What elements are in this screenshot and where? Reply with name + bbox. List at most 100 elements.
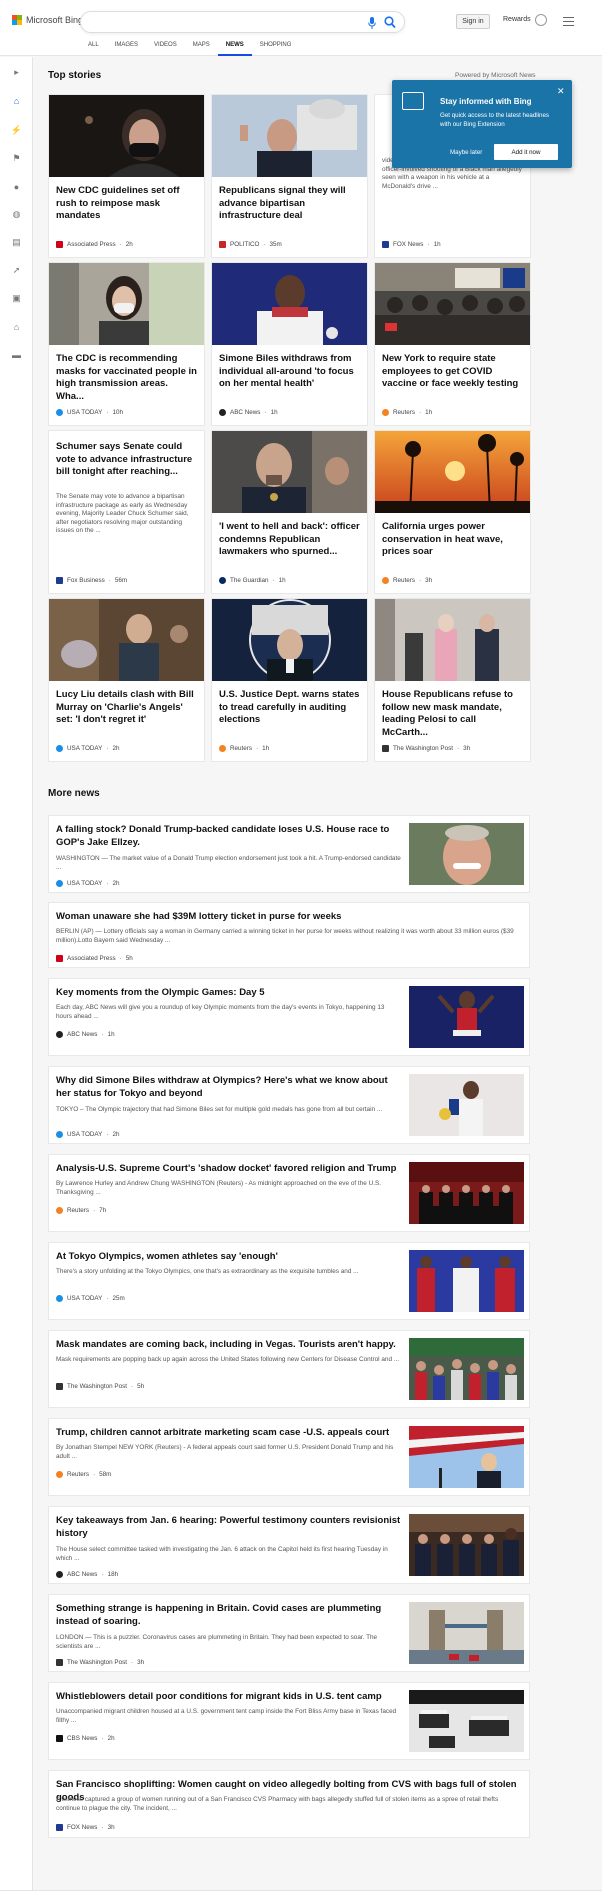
news-title[interactable]: At Tokyo Olympics, women athletes say 'e… [56,1251,401,1264]
news-snippet: By Lawrence Hurley and Andrew Chung WASH… [56,1180,382,1196]
news-title[interactable]: Whistleblowers detail poor conditions fo… [56,1691,401,1704]
story-title[interactable]: California urges power conservation in h… [382,521,524,559]
story-image [212,599,367,681]
microphone-icon[interactable] [368,17,376,29]
story-card[interactable]: Schumer says Senate could vote to advanc… [48,430,205,594]
story-source: USA TODAY · 10h [56,409,123,416]
story-title[interactable]: The CDC is recommending masks for vaccin… [56,353,198,403]
story-image [49,263,204,345]
tab-shopping[interactable]: SHOPPING [252,41,300,56]
money-icon[interactable]: ▬ [11,349,22,360]
news-row[interactable]: At Tokyo Olympics, women athletes say 'e… [48,1242,530,1320]
hamburger-menu-icon[interactable] [563,17,574,26]
news-snippet: WASHINGTON — The market value of a Donal… [56,855,401,871]
tab-all[interactable]: ALL [80,41,107,56]
news-title[interactable]: Key takeaways from Jan. 6 hearing: Power… [56,1515,401,1540]
news-title[interactable]: Something strange is happening in Britai… [56,1603,401,1628]
story-card[interactable]: Republicans signal they will advance bip… [211,94,368,258]
source-logo-icon [56,880,63,887]
source-logo-icon [382,409,389,416]
story-title[interactable]: Lucy Liu details clash with Bill Murray … [56,689,198,727]
source-name: USA TODAY [67,880,103,887]
sign-in-button[interactable]: Sign in [456,14,490,29]
home-icon[interactable]: ⌂ [11,95,22,106]
story-card[interactable]: 'I went to hell and back': officer conde… [211,430,368,594]
logo-text: Microsoft Bing [26,15,84,25]
story-source: FOX News · 1h [382,241,441,248]
lightning-icon[interactable]: ⚡ [11,125,22,136]
story-card[interactable]: Lucy Liu details clash with Bill Murray … [48,598,205,762]
search-input[interactable] [91,15,341,30]
news-row[interactable]: Whistleblowers detail poor conditions fo… [48,1682,530,1760]
flag-icon[interactable]: ⚑ [11,153,22,164]
news-row[interactable]: Trump, children cannot arbitrate marketi… [48,1418,530,1496]
story-source: Associated Press · 2h [56,241,133,248]
maybe-later-button[interactable]: Maybe later [450,149,482,156]
news-title[interactable]: Woman unaware she had $39M lottery ticke… [56,911,516,924]
story-title[interactable]: 'I went to hell and back': officer conde… [219,521,361,559]
news-source: The Washington Post · 3h [56,1659,144,1666]
search-icon[interactable] [384,16,396,29]
story-title[interactable]: New CDC guidelines set off rush to reimp… [56,185,198,223]
location-pin-icon[interactable]: ● [11,181,22,192]
tab-news[interactable]: NEWS [217,41,252,56]
story-image [212,431,367,513]
add-it-now-button[interactable]: Add it now [494,144,558,160]
news-row[interactable]: San Francisco shoplifting: Women caught … [48,1770,530,1838]
source-logo-icon [382,577,389,584]
news-title[interactable]: Key moments from the Olympic Games: Day … [56,987,401,1000]
story-title[interactable]: New York to require state employees to g… [382,353,524,391]
news-row[interactable]: Why did Simone Biles withdraw at Olympic… [48,1066,530,1144]
news-row[interactable]: Key moments from the Olympic Games: Day … [48,978,530,1056]
story-card[interactable]: California urges power conservation in h… [374,430,531,594]
news-row[interactable]: Something strange is happening in Britai… [48,1594,530,1672]
source-logo-icon [56,1031,63,1038]
news-title[interactable]: Mask mandates are coming back, including… [56,1339,401,1352]
rewards-link[interactable]: Rewards [503,16,531,23]
story-source: ABC News · 1h [219,409,278,416]
story-card[interactable]: Simone Biles withdraws from individual a… [211,262,368,426]
film-icon[interactable]: ▣ [11,293,22,304]
source-name: Reuters [393,577,416,584]
news-row[interactable]: Woman unaware she had $39M lottery ticke… [48,902,530,968]
news-title[interactable]: Analysis-U.S. Supreme Court's 'shadow do… [56,1163,401,1176]
news-row[interactable]: Analysis-U.S. Supreme Court's 'shadow do… [48,1154,530,1232]
story-card[interactable]: New CDC guidelines set off rush to reimp… [48,94,205,258]
news-title[interactable]: Why did Simone Biles withdraw at Olympic… [56,1075,401,1100]
news-row[interactable]: A falling stock? Donald Trump-backed can… [48,815,530,893]
rocket-icon[interactable]: ➚ [11,265,22,276]
tab-images[interactable]: IMAGES [107,41,146,56]
expand-chevron-icon[interactable]: ▸ [11,67,22,78]
news-row[interactable]: Mask mandates are coming back, including… [48,1330,530,1408]
rewards-trophy-icon[interactable] [535,14,547,26]
news-row[interactable]: Key takeaways from Jan. 6 hearing: Power… [48,1506,530,1584]
tab-maps[interactable]: MAPS [185,41,218,56]
news-image [409,1602,524,1664]
ballot-icon[interactable]: ▤ [11,237,22,248]
source-logo-icon [219,745,226,752]
globe-icon[interactable]: ◍ [11,209,22,220]
close-icon[interactable]: ✕ [557,86,565,97]
story-title[interactable]: Schumer says Senate could vote to advanc… [56,441,198,479]
news-time: 7h [99,1207,107,1214]
story-image [212,263,367,345]
tab-videos[interactable]: VIDEOS [146,41,185,56]
story-card[interactable]: New York to require state employees to g… [374,262,531,426]
search-box[interactable] [80,11,405,33]
news-title[interactable]: A falling stock? Donald Trump-backed can… [56,824,401,849]
story-title[interactable]: U.S. Justice Dept. warns states to tread… [219,689,361,727]
story-card[interactable]: House Republicans refuse to follow new m… [374,598,531,762]
search-scope-tabs: ALL IMAGES VIDEOS MAPS NEWS SHOPPING [80,41,299,56]
story-card[interactable]: U.S. Justice Dept. warns states to tread… [211,598,368,762]
source-name: ABC News [230,409,261,416]
top-stories-heading: Top stories [48,70,102,81]
story-title[interactable]: Simone Biles withdraws from individual a… [219,353,361,391]
story-title[interactable]: Republicans signal they will advance bip… [219,185,361,223]
bing-logo[interactable]: Microsoft Bing [12,15,83,25]
story-title[interactable]: House Republicans refuse to follow new m… [382,689,524,739]
story-card[interactable]: The CDC is recommending masks for vaccin… [48,262,205,426]
bank-icon[interactable]: ⌂ [11,321,22,332]
news-title[interactable]: Trump, children cannot arbitrate marketi… [56,1427,401,1440]
source-name: USA TODAY [67,745,103,752]
story-time: 35m [269,241,282,248]
